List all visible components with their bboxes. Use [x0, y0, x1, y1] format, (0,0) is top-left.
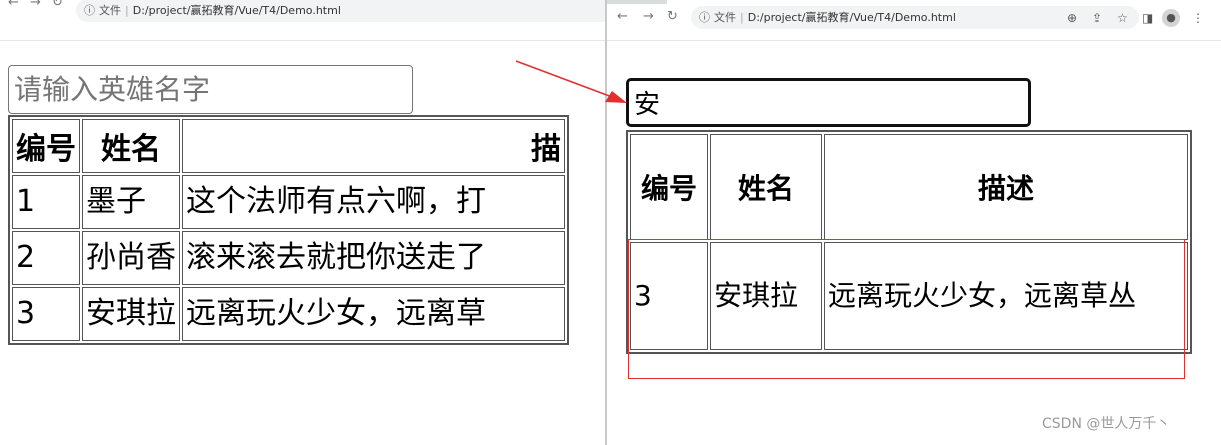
highlight-box — [628, 239, 1185, 379]
watermark: CSDN @世人万千丶 — [1042, 416, 1171, 432]
